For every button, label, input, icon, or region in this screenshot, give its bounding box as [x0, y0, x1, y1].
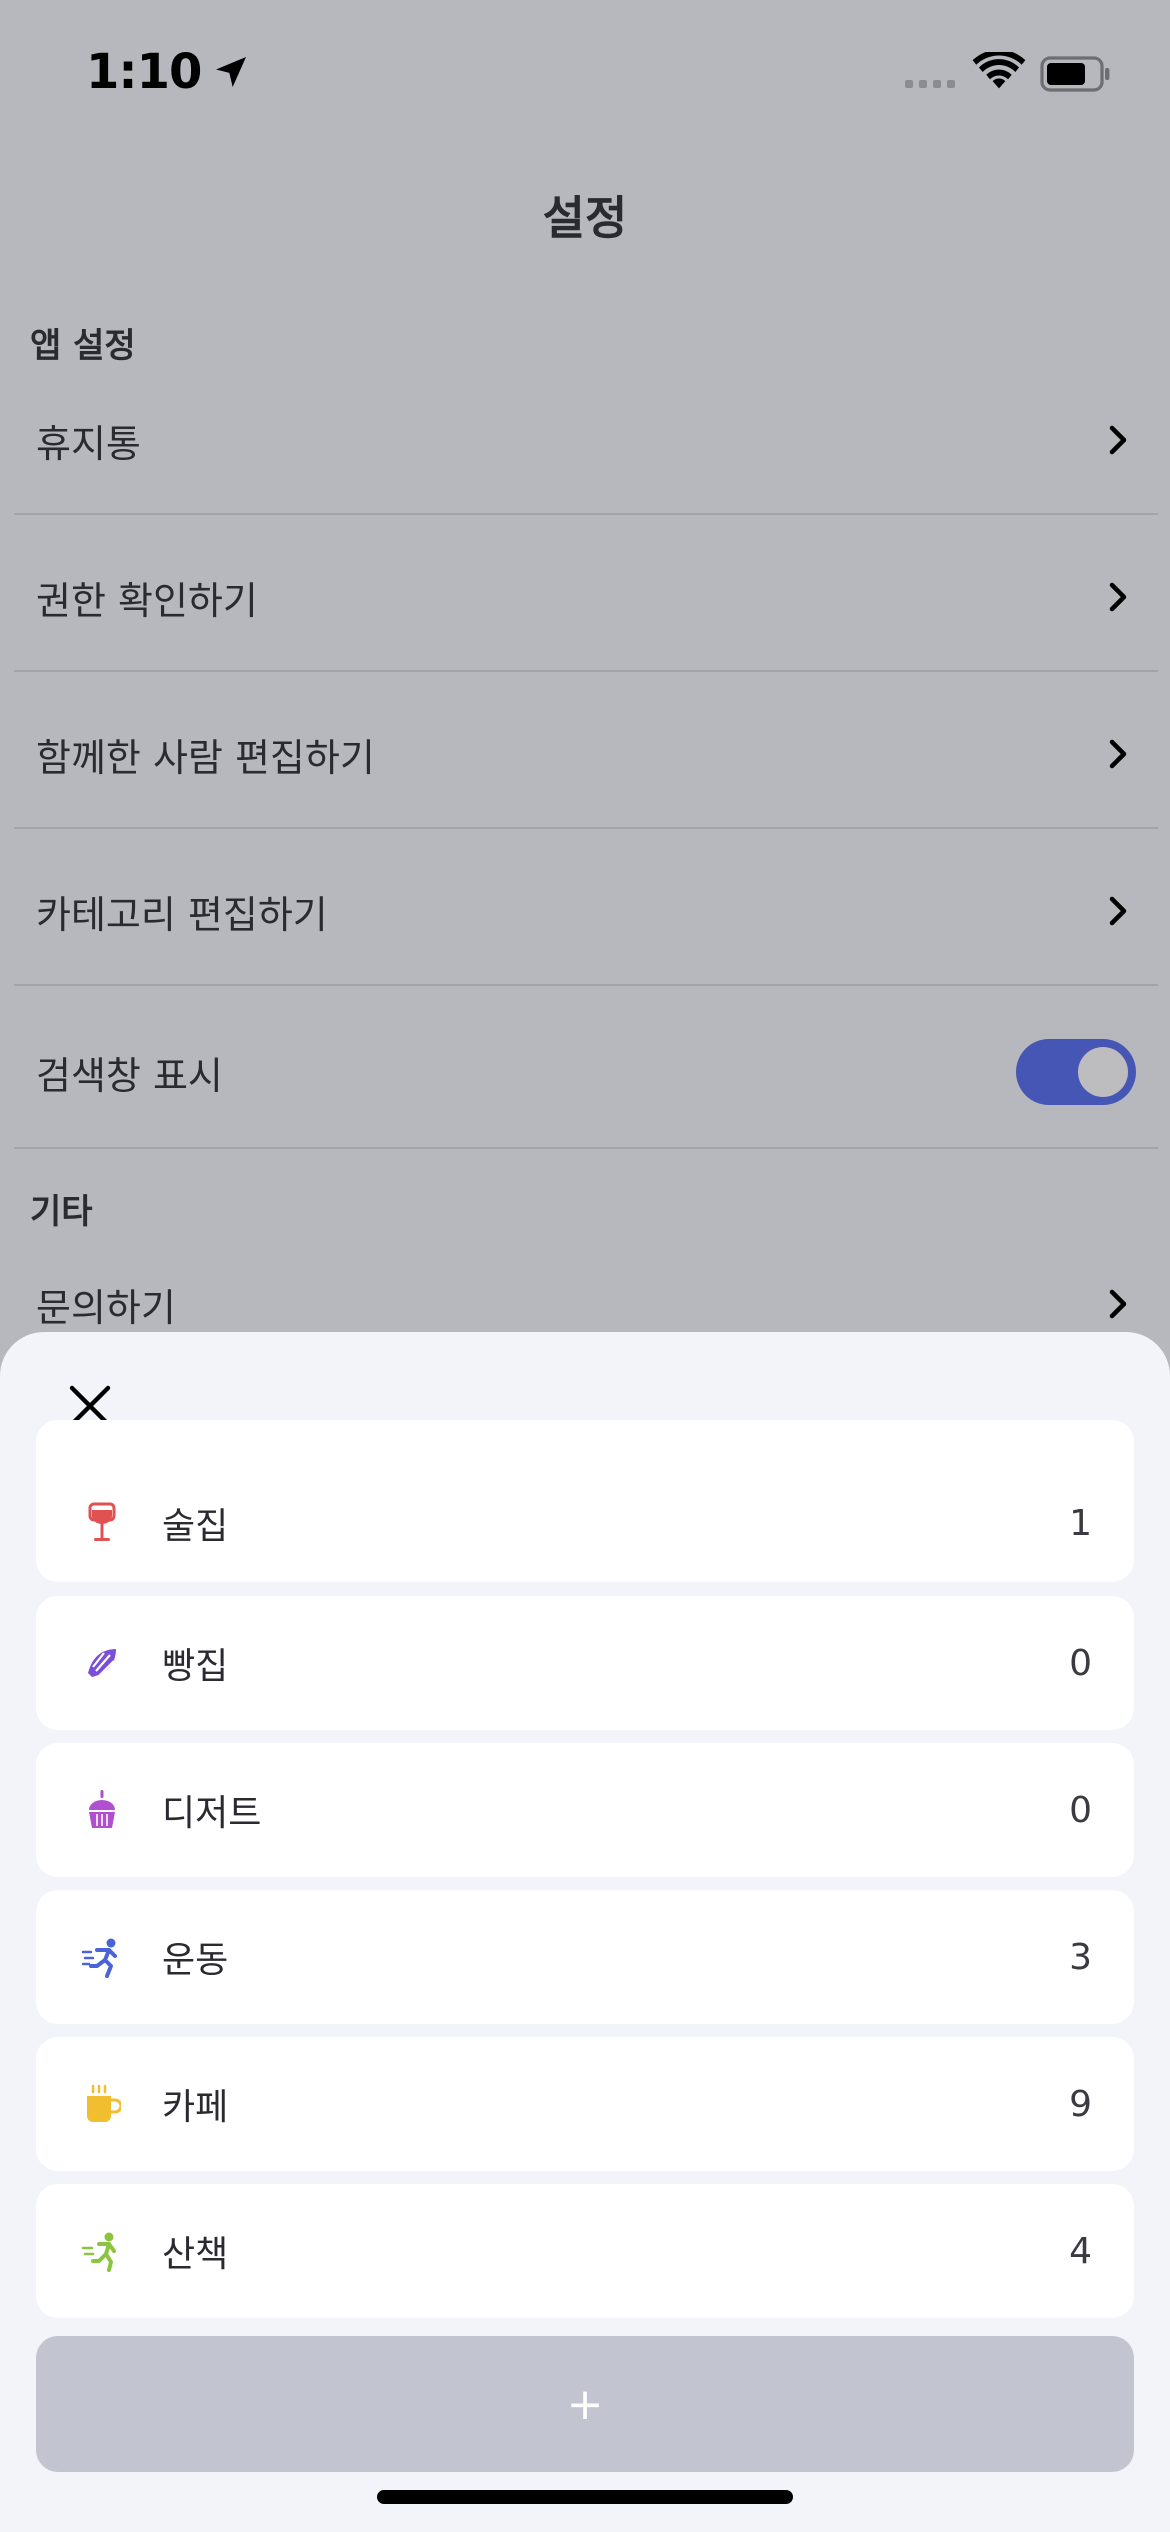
section-title-etc: 기타 [30, 1192, 93, 1232]
wine-glass-icon [78, 1499, 126, 1547]
category-name: 산책 [162, 2234, 229, 2275]
category-card-dessert[interactable]: 디저트 0 [36, 1743, 1134, 1877]
divider [14, 827, 1158, 829]
add-category-button[interactable]: + [36, 2336, 1134, 2472]
cupcake-icon [78, 1786, 126, 1834]
category-count: 0 [1069, 1642, 1092, 1684]
row-permissions-label: 권한 확인하기 [36, 578, 258, 623]
divider [14, 670, 1158, 672]
status-bar: 1:10 [0, 0, 1170, 150]
category-count: 1 [1069, 1502, 1092, 1544]
category-card-walk[interactable]: 산책 4 [36, 2184, 1134, 2318]
category-name: 카페 [162, 2087, 229, 2128]
wifi-icon [972, 52, 1026, 89]
status-time: 1:10 [86, 44, 251, 100]
location-arrow-icon [216, 57, 247, 87]
chevron-right-icon [1109, 582, 1127, 612]
row-trash-label: 휴지통 [36, 421, 141, 466]
category-card-bar[interactable]: 술집 1 [36, 1420, 1134, 1582]
category-card-bakery[interactable]: 빵집 0 [36, 1596, 1134, 1730]
chevron-right-icon [1109, 1289, 1127, 1319]
runner-icon [78, 1933, 126, 1981]
home-indicator[interactable] [377, 2490, 793, 2504]
divider [14, 1147, 1158, 1149]
category-name: 술집 [162, 1506, 229, 1547]
add-category-label: + [566, 2378, 604, 2430]
row-contact-label: 문의하기 [36, 1285, 176, 1330]
row-categories-label: 카테고리 편집하기 [36, 892, 328, 937]
category-count: 3 [1069, 1936, 1092, 1978]
row-search-label: 검색창 표시 [36, 1053, 223, 1098]
cellular-signal-icon [905, 80, 955, 88]
row-people-label: 함께한 사람 편집하기 [36, 735, 375, 780]
category-count: 0 [1069, 1789, 1092, 1831]
category-count: 4 [1069, 2230, 1092, 2272]
page-title: 설정 [542, 191, 628, 245]
category-name: 빵집 [162, 1646, 229, 1687]
divider [14, 513, 1158, 515]
toggle-knob [1078, 1047, 1128, 1097]
search-toggle[interactable] [1016, 1039, 1136, 1105]
category-card-cafe[interactable]: 카페 9 [36, 2037, 1134, 2171]
category-card-exercise[interactable]: 운동 3 [36, 1890, 1134, 2024]
row-categories[interactable]: 카테고리 편집하기 [14, 871, 1158, 951]
row-search-display: 검색창 표시 [14, 1032, 1158, 1112]
walker-icon [78, 2227, 126, 2275]
chevron-right-icon [1109, 739, 1127, 769]
divider [14, 984, 1158, 986]
category-name: 디저트 [162, 1793, 262, 1834]
category-count: 9 [1069, 2083, 1092, 2125]
row-people[interactable]: 함께한 사람 편집하기 [14, 714, 1158, 794]
battery-icon [1040, 56, 1110, 92]
chevron-right-icon [1109, 896, 1127, 926]
croissant-icon [78, 1639, 126, 1687]
category-name: 운동 [162, 1940, 229, 1981]
row-trash[interactable]: 휴지통 [14, 400, 1158, 480]
coffee-cup-icon [78, 2080, 126, 2128]
clock-text: 1:10 [86, 44, 202, 100]
section-title-app: 앱 설정 [30, 326, 136, 366]
row-permissions[interactable]: 권한 확인하기 [14, 557, 1158, 637]
chevron-right-icon [1109, 425, 1127, 455]
